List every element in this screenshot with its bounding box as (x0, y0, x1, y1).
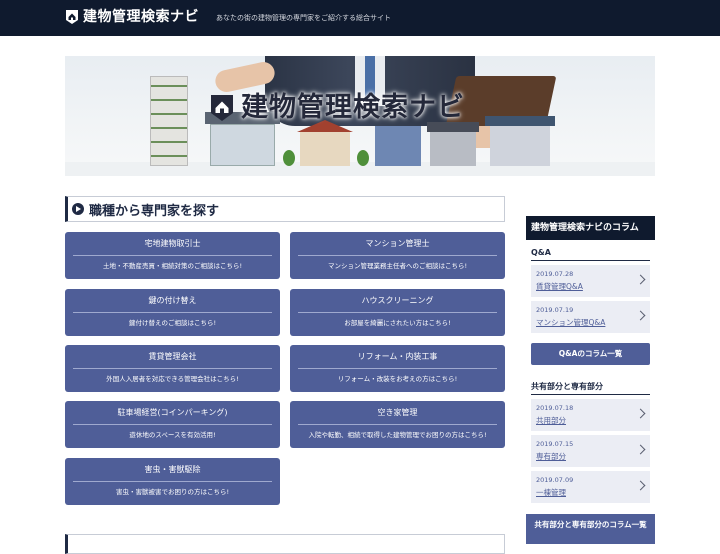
card-divider (73, 368, 272, 369)
column-date: 2019.07.15 (536, 440, 574, 448)
column-title-link[interactable]: マンション管理Q&A (536, 318, 605, 328)
category-card-reform[interactable]: リフォーム・内装工事 リフォーム・改装をお考えの方はこちら! (290, 345, 505, 392)
column-title-link[interactable]: 専有部分 (536, 452, 566, 462)
card-divider (73, 312, 272, 313)
card-description: お部屋を綺麗にされたい方はこちら! (344, 319, 451, 327)
card-divider (73, 424, 272, 425)
hero-building-house (375, 126, 421, 166)
card-title: 宅地建物取引士 (144, 239, 201, 248)
card-title: 賃貸管理会社 (148, 352, 197, 361)
next-section-heading (65, 534, 505, 554)
column-date: 2019.07.19 (536, 306, 574, 314)
hero-building-house (300, 132, 350, 166)
hero-building-apartment (490, 126, 550, 166)
sidebar-column-item[interactable]: 2019.07.28 賃貸管理Q&A (531, 265, 650, 297)
chevron-right-icon (635, 480, 646, 491)
chevron-right-icon (635, 408, 646, 419)
card-description: 土地・不動産売買・相続対策のご相談はこちら! (102, 262, 243, 270)
card-title: ハウスクリーニング (361, 296, 434, 305)
qa-column-list-button[interactable]: Q&Aのコラム一覧 (531, 343, 650, 365)
card-divider (73, 255, 272, 256)
category-card-house-cleaning[interactable]: ハウスクリーニング お部屋を綺麗にされたい方はこちら! (290, 289, 505, 336)
hero-building-roof (485, 116, 555, 126)
card-divider (298, 424, 497, 425)
house-shield-logo-icon (65, 9, 79, 25)
card-divider (298, 312, 497, 313)
sidebar-column-item[interactable]: 2019.07.18 共用部分 (531, 399, 650, 431)
play-circle-icon (72, 203, 84, 215)
sidebar-divider (531, 260, 650, 261)
hero-tree (283, 150, 295, 166)
category-card-parking[interactable]: 駐車場経営(コインパーキング) 遊休地のスペースを有効活用! (65, 401, 280, 448)
card-divider (73, 481, 272, 482)
sidebar-column-item[interactable]: 2019.07.19 マンション管理Q&A (531, 301, 650, 333)
category-card-takken[interactable]: 宅地建物取引士 土地・不動産売買・相続対策のご相談はこちら! (65, 232, 280, 279)
card-description: 鍵付け替えのご相談はこちら! (128, 319, 217, 327)
card-description: 外国人入居者を対応できる管理会社はこちら! (106, 375, 239, 383)
card-description: マンション管理業務主任者へのご相談はこちら! (327, 262, 468, 270)
column-title-link[interactable]: 賃貸管理Q&A (536, 282, 583, 292)
card-title: リフォーム・内装工事 (357, 352, 438, 361)
hero-title: 建物管理検索ナビ (209, 92, 465, 124)
card-description: リフォーム・改装をお考えの方はこちら! (337, 375, 458, 383)
card-title: マンション管理士 (365, 239, 430, 248)
sidebar-title: 建物管理検索ナビのコラム (526, 216, 655, 240)
card-divider (298, 255, 497, 256)
card-description: 入院や転勤、相続で取得した建物管理でお困りの方はこちら! (308, 431, 487, 439)
site-tagline: あなたの街の建物管理の専門家をご紹介する総合サイト (216, 14, 391, 22)
card-title: 害虫・害獣駆除 (144, 465, 201, 474)
site-logo[interactable]: 建物管理検索ナビ (65, 9, 199, 25)
category-card-key-replacement[interactable]: 鍵の付け替え 鍵付け替えのご相談はこちら! (65, 289, 280, 336)
column-title-link[interactable]: 共用部分 (536, 416, 566, 426)
sidebar-qa-heading: Q&A (531, 248, 551, 257)
card-description: 遊休地のスペースを有効活用! (129, 431, 216, 439)
section-title: 職種から専門家を探す (89, 203, 220, 219)
house-shield-logo-icon (209, 93, 235, 123)
column-date: 2019.07.09 (536, 476, 574, 484)
card-description: 害虫・害獣被害でお困りの方はこちら! (115, 488, 230, 496)
card-title: 駐車場経営(コインパーキング) (117, 408, 228, 417)
sidebar-shared-heading: 共有部分と専有部分 (531, 382, 603, 391)
chevron-right-icon (635, 444, 646, 455)
section-heading: 職種から専門家を探す (65, 196, 505, 222)
category-card-pest-control[interactable]: 害虫・害獣駆除 害虫・害獣被害でお困りの方はこちら! (65, 458, 280, 505)
sidebar-column-item[interactable]: 2019.07.15 専有部分 (531, 435, 650, 467)
category-card-vacant-house[interactable]: 空き家管理 入院や転勤、相続で取得した建物管理でお困りの方はこちら! (290, 401, 505, 448)
sidebar-column-item[interactable]: 2019.07.09 一棟管理 (531, 471, 650, 503)
category-card-mansion-manager[interactable]: マンション管理士 マンション管理業務主任者へのご相談はこちら! (290, 232, 505, 279)
site-logo-text: 建物管理検索ナビ (83, 9, 199, 25)
category-card-rental-management[interactable]: 賃貸管理会社 外国人入居者を対応できる管理会社はこちら! (65, 345, 280, 392)
column-date: 2019.07.28 (536, 270, 574, 278)
hero-banner: 建物管理検索ナビ (65, 56, 655, 176)
hero-title-text: 建物管理検索ナビ (241, 92, 465, 123)
hero-building-apartment (150, 76, 188, 166)
chevron-right-icon (635, 310, 646, 321)
hero-building-house (210, 124, 275, 166)
column-date: 2019.07.18 (536, 404, 574, 412)
card-title: 空き家管理 (377, 408, 418, 417)
card-title: 鍵の付け替え (148, 296, 197, 305)
card-divider (298, 368, 497, 369)
hero-tree (357, 150, 369, 166)
site-header: 建物管理検索ナビ あなたの街の建物管理の専門家をご紹介する総合サイト (0, 0, 720, 36)
column-title-link[interactable]: 一棟管理 (536, 488, 566, 498)
chevron-right-icon (635, 274, 646, 285)
sidebar-divider (531, 394, 650, 395)
hero-building-house (430, 132, 476, 166)
